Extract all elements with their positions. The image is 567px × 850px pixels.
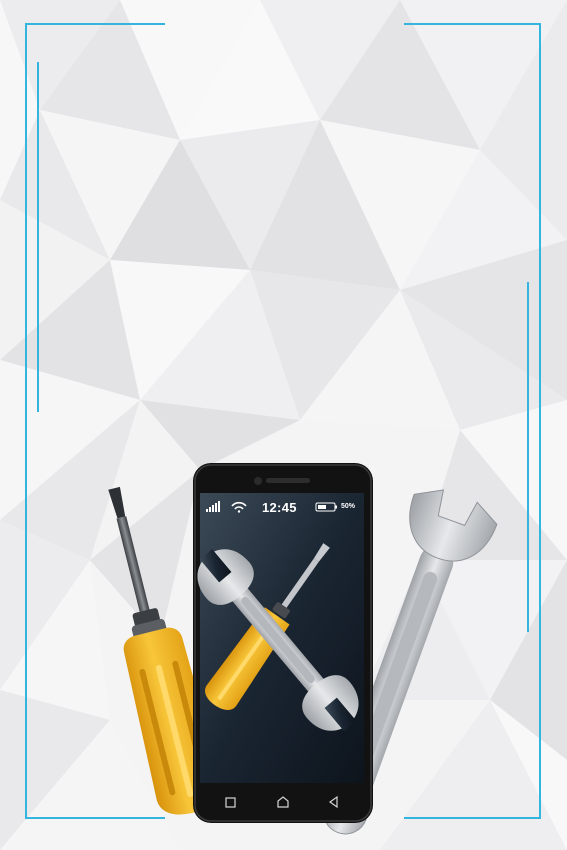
status-time: 12:45 <box>262 500 297 515</box>
earpiece-speaker <box>266 478 310 483</box>
front-camera <box>254 477 262 485</box>
status-battery-percent: 50% <box>341 503 356 510</box>
frame-right-bracket <box>404 23 541 819</box>
smartphone <box>193 463 373 823</box>
artwork <box>25 23 541 835</box>
poster: 12:45 50% <box>0 0 567 850</box>
